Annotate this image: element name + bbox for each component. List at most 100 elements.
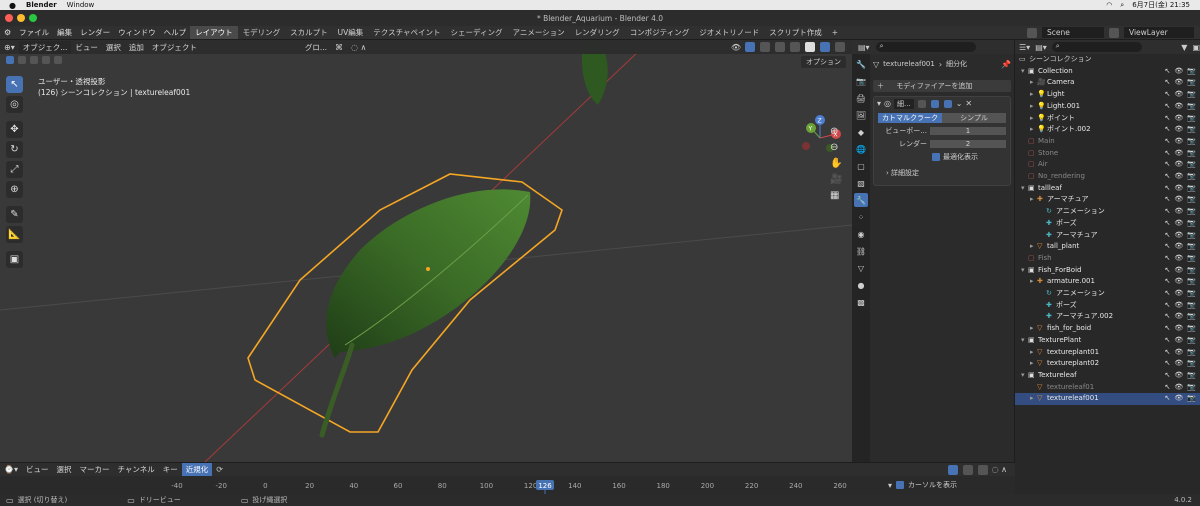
scale-tool-icon[interactable]: ⤢ <box>6 161 23 178</box>
render-camera-icon[interactable]: 📷 <box>1187 136 1196 148</box>
proportional-edit-icon[interactable]: ◌ ∧ <box>347 42 370 53</box>
expand-arrow-icon[interactable]: ▸ <box>1030 358 1034 370</box>
select-arrow-icon[interactable]: ↖ <box>1165 241 1171 253</box>
render-camera-icon[interactable]: 📷 <box>1187 382 1196 394</box>
eye-icon[interactable]: 👁 <box>1174 89 1183 101</box>
select-intersect-icon[interactable] <box>54 56 62 64</box>
outliner-search[interactable]: ⌕ <box>1051 42 1142 52</box>
timeline-marker-menu[interactable]: マーカー <box>75 463 113 476</box>
select-arrow-icon[interactable]: ↖ <box>1165 358 1171 370</box>
render-camera-icon[interactable]: 📷 <box>1187 288 1196 300</box>
render-camera-icon[interactable]: 📷 <box>1187 206 1196 218</box>
eye-icon[interactable]: 👁 <box>1174 183 1183 195</box>
transform-orientation-dropdown[interactable]: グロ... <box>301 41 331 54</box>
outliner-row[interactable]: ▸ 💡 Light.001 ↖ 👁 📷 <box>1015 101 1200 113</box>
leaf-mesh[interactable] <box>326 189 531 358</box>
scene-selector[interactable]: Scene <box>1042 27 1104 38</box>
output-tab-icon[interactable]: 🖨 <box>854 91 868 105</box>
render-camera-icon[interactable]: 📷 <box>1187 347 1196 359</box>
select-arrow-icon[interactable]: ↖ <box>1165 335 1171 347</box>
show-cursor-option[interactable]: ▾ カーソルを表示 <box>888 480 957 490</box>
eye-icon[interactable]: 👁 <box>1174 311 1183 323</box>
timeline-editor-icon[interactable]: ⌚▾ <box>0 464 22 475</box>
menu-edit[interactable]: 編集 <box>53 27 76 38</box>
eye-icon[interactable]: 👁 <box>1174 358 1183 370</box>
select-arrow-icon[interactable]: ↖ <box>1165 230 1171 242</box>
add-workspace-button[interactable]: + <box>827 26 843 39</box>
render-camera-icon[interactable]: 📷 <box>1187 113 1196 125</box>
eye-icon[interactable]: 👁 <box>1174 171 1183 183</box>
eye-icon[interactable]: 👁 <box>1174 370 1183 382</box>
editor-type-icon[interactable]: ⊕▾ <box>0 42 19 53</box>
timeline-select-menu[interactable]: 選択 <box>52 463 75 476</box>
world-tab-icon[interactable]: 🌐 <box>854 142 868 156</box>
outliner-row[interactable]: ▽ textureleaf01 ↖ 👁 📷 <box>1015 382 1200 394</box>
tool-tab-icon[interactable]: 🔧 <box>854 57 868 71</box>
outliner-editor-icon[interactable]: ☰▾ <box>1019 43 1030 52</box>
tab-scripting[interactable]: スクリプト作成 <box>764 26 827 39</box>
data-tab-icon[interactable]: ▽ <box>854 261 868 275</box>
eye-icon[interactable]: 👁 <box>1174 323 1183 335</box>
outliner-row[interactable]: ✚ ポーズ ↖ 👁 📷 <box>1015 218 1200 230</box>
select-subtract-icon[interactable] <box>30 56 38 64</box>
mac-menu-window[interactable]: Window <box>67 1 95 9</box>
view-layer-tab-icon[interactable]: 🖼 <box>854 108 868 122</box>
outliner-row[interactable]: ▸ ▽ tall_plant ↖ 👁 📷 <box>1015 241 1200 253</box>
render-camera-icon[interactable]: 📷 <box>1187 335 1196 347</box>
add-menu[interactable]: 追加 <box>125 41 148 54</box>
select-arrow-icon[interactable]: ↖ <box>1165 194 1171 206</box>
render-camera-icon[interactable]: 📷 <box>1187 253 1196 265</box>
render-camera-icon[interactable]: 📷 <box>1187 218 1196 230</box>
mode-dropdown[interactable]: オブジェク... <box>18 40 72 54</box>
expand-arrow-icon[interactable]: ▸ <box>1030 77 1034 89</box>
eye-icon[interactable]: 👁 <box>1174 77 1183 89</box>
expand-arrow-icon[interactable]: ▾ <box>1021 370 1025 382</box>
eye-icon[interactable]: 👁 <box>1174 218 1183 230</box>
expand-arrow-icon[interactable]: ▸ <box>1030 241 1034 253</box>
eye-icon[interactable]: 👁 <box>1174 382 1183 394</box>
tab-texture-paint[interactable]: テクスチャペイント <box>368 26 445 39</box>
view-layer-icon[interactable] <box>1109 27 1119 38</box>
apple-icon[interactable]: ● <box>9 1 16 10</box>
render-camera-icon[interactable]: 📷 <box>1187 276 1196 288</box>
visibility-icon[interactable]: 👁 <box>731 43 741 52</box>
render-camera-icon[interactable]: 📷 <box>1187 370 1196 382</box>
outliner-row[interactable]: ▸ ✚ アーマチュア ↖ 👁 📷 <box>1015 194 1200 206</box>
outliner-row[interactable]: ▾ ▣ Collection ↖ 👁 📷 <box>1015 66 1200 78</box>
collection-tab-icon[interactable]: ▢ <box>854 159 868 173</box>
sync-icon[interactable]: ⟳ <box>212 464 227 475</box>
tab-geometry-nodes[interactable]: ジオメトリノード <box>694 26 764 39</box>
select-arrow-icon[interactable]: ↖ <box>1165 124 1171 136</box>
select-arrow-icon[interactable]: ↖ <box>1165 218 1171 230</box>
outliner-row[interactable]: ▢ Fish ↖ 👁 📷 <box>1015 253 1200 265</box>
viewport-toggle-icon[interactable] <box>930 99 939 108</box>
select-arrow-icon[interactable]: ↖ <box>1165 159 1171 171</box>
add-cube-tool-icon[interactable]: ▣ <box>6 251 23 268</box>
select-arrow-icon[interactable]: ↖ <box>1165 276 1171 288</box>
modifier-name-field[interactable]: 細... <box>894 98 914 109</box>
outliner-row[interactable]: ▾ ▣ TexturePlant ↖ 👁 📷 <box>1015 335 1200 347</box>
move-tool-icon[interactable]: ✥ <box>6 121 23 138</box>
render-camera-icon[interactable]: 📷 <box>1187 171 1196 183</box>
eye-icon[interactable]: 👁 <box>1174 136 1183 148</box>
render-camera-icon[interactable]: 📷 <box>1187 77 1196 89</box>
rotate-tool-icon[interactable]: ↻ <box>6 141 23 158</box>
constraints-tab-icon[interactable]: ⛓ <box>854 244 868 258</box>
tab-modeling[interactable]: モデリング <box>238 26 286 39</box>
object-tab-icon[interactable]: ▧ <box>854 176 868 190</box>
eye-icon[interactable]: 👁 <box>1174 230 1183 242</box>
tab-sculpt[interactable]: スカルプト <box>285 26 333 39</box>
close-window-button[interactable] <box>5 14 13 22</box>
zoom-out-icon[interactable]: ⊖ <box>830 142 842 153</box>
outliner-row[interactable]: ▾ ▣ Fish_ForBoid ↖ 👁 📷 <box>1015 265 1200 277</box>
material-shading-icon[interactable] <box>820 42 830 52</box>
select-box-icon[interactable] <box>947 464 958 475</box>
filter-only-selected-icon[interactable] <box>962 464 973 475</box>
timeline-channel-menu[interactable]: チャンネル <box>113 463 158 476</box>
object-menu[interactable]: オブジェクト <box>148 41 201 54</box>
tab-compositing[interactable]: コンポジティング <box>625 26 695 39</box>
select-arrow-icon[interactable]: ↖ <box>1165 347 1171 359</box>
eye-icon[interactable]: 👁 <box>1174 393 1183 405</box>
tab-animation[interactable]: アニメーション <box>507 26 569 39</box>
edit-mode-toggle-icon[interactable] <box>917 99 926 108</box>
